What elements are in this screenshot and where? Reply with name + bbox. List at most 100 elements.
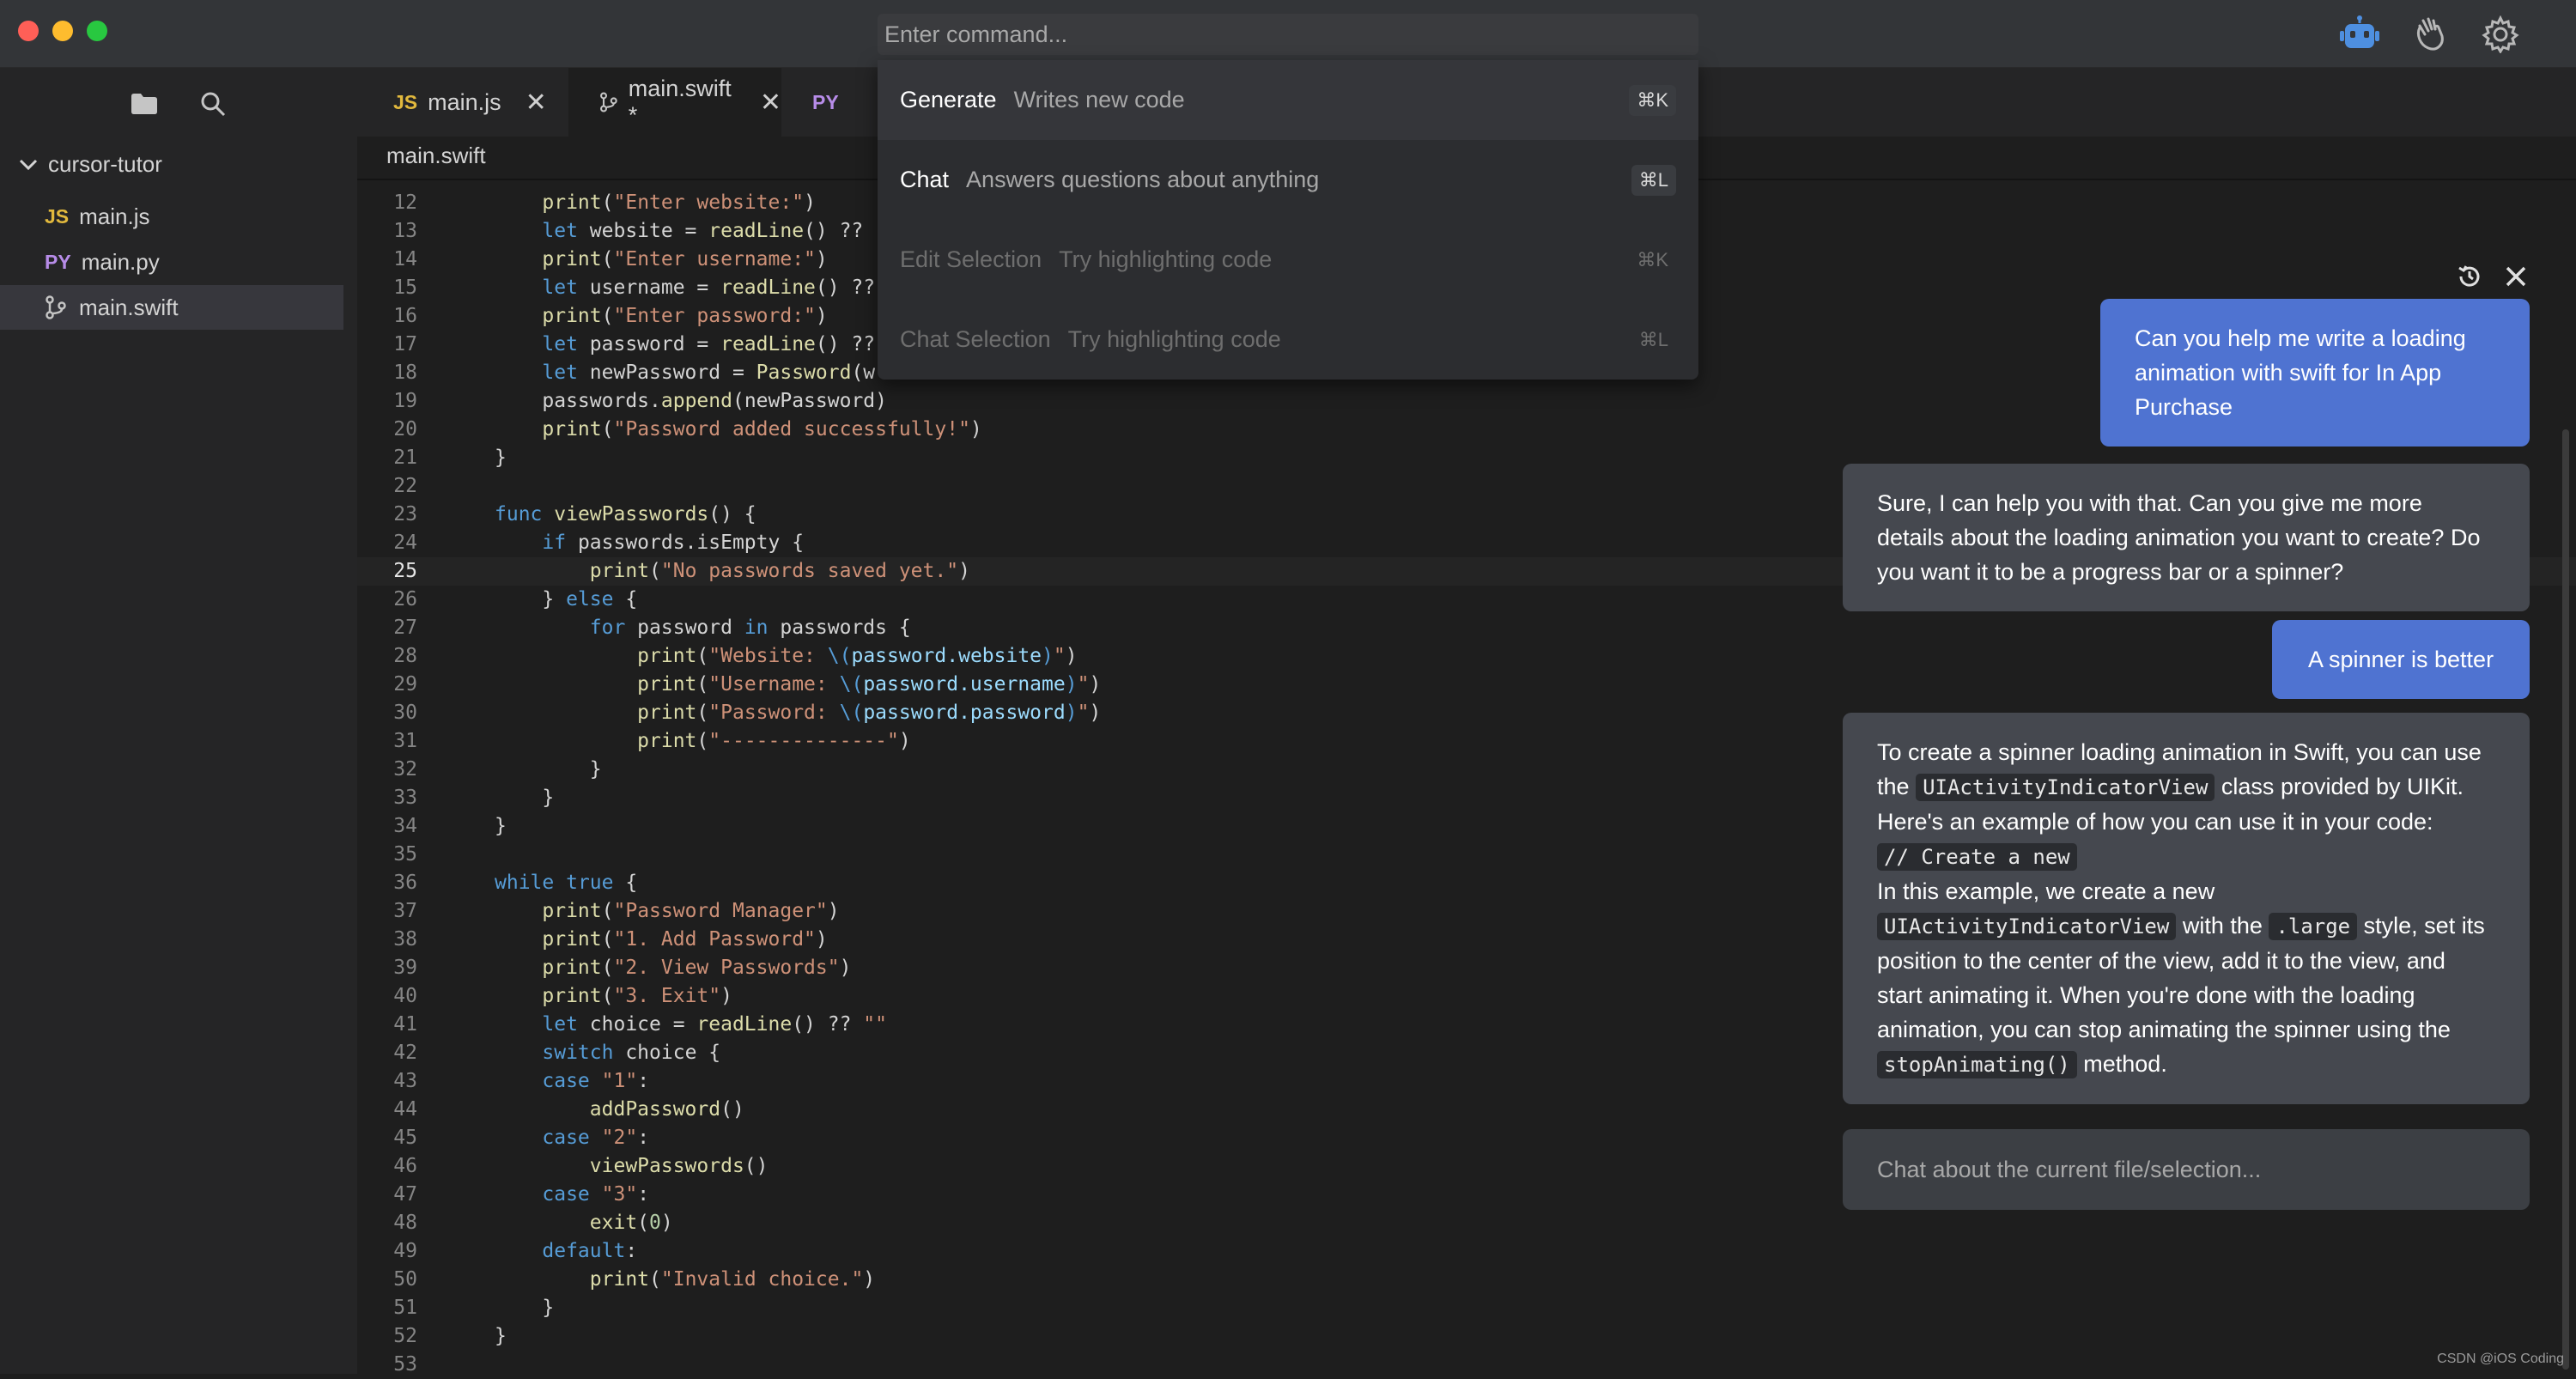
code-text: addPassword(): [589, 1098, 744, 1121]
code-text: print("Website: \(password.website)"): [637, 645, 1078, 667]
breadcrumb: main.swift: [386, 143, 486, 168]
line-number: 50: [393, 1268, 417, 1291]
branch-icon: [46, 295, 66, 319]
code-text: case "1":: [542, 1070, 650, 1092]
user-message: A spinner is better: [2272, 620, 2530, 699]
title-bar: [0, 0, 2576, 68]
file-name: main.py: [81, 248, 160, 275]
code-text: print("Username: \(password.username)"): [637, 673, 1102, 696]
command-edit-selection[interactable]: Edit Selection Try highlighting code ⌘K: [878, 220, 1698, 300]
folder-cursor-tutor[interactable]: cursor-tutor: [19, 151, 162, 178]
shortcut-badge: ⌘K: [1629, 84, 1676, 116]
code-text: let newPassword = Password(w: [542, 361, 876, 384]
line-number: 52: [393, 1325, 417, 1347]
line-number: 29: [393, 673, 417, 696]
code-text: print("--------------"): [637, 730, 911, 752]
line-number: 22: [393, 475, 417, 497]
code-text: print("Password: \(password.password)"): [637, 702, 1102, 724]
maximize-window-button[interactable]: [87, 21, 107, 41]
line-number: 17: [393, 333, 417, 355]
code-line[interactable]: 28 print("Website: \(password.website)"): [357, 642, 2576, 671]
shortcut-badge: ⌘L: [1638, 328, 1668, 350]
js-file-icon: JS: [393, 90, 418, 113]
close-icon[interactable]: ✕: [526, 88, 547, 118]
code-line[interactable]: 27 for password in passwords {: [357, 614, 2576, 642]
close-icon[interactable]: ✕: [760, 88, 781, 118]
file-main-js[interactable]: JS main.js: [0, 194, 343, 239]
code-text: print("1. Add Password"): [542, 928, 828, 951]
command-generate[interactable]: Generate Writes new code ⌘K: [878, 60, 1698, 140]
code-line[interactable]: 49 default:: [357, 1237, 2576, 1266]
code-line[interactable]: 48 exit(0): [357, 1209, 2576, 1237]
explorer-sidebar: cursor-tutor JS main.js PY main.py main.…: [0, 68, 357, 1374]
branch-icon: [600, 92, 617, 112]
tab-main-py[interactable]: PY: [781, 68, 884, 137]
tab-main-swift[interactable]: main.swift * ✕: [568, 68, 781, 137]
line-number: 49: [393, 1240, 417, 1262]
line-number: 37: [393, 900, 417, 922]
code-text: let choice = readLine() ?? "": [542, 1013, 887, 1036]
line-number: 19: [393, 390, 417, 412]
code-text: }: [495, 447, 507, 469]
inline-code: // Create a new: [1877, 843, 2077, 871]
files-icon[interactable]: [125, 85, 163, 123]
robot-icon[interactable]: [2339, 14, 2380, 55]
minimize-window-button[interactable]: [52, 21, 73, 41]
py-file-icon: PY: [812, 90, 839, 113]
line-number: 42: [393, 1042, 417, 1064]
code-line[interactable]: 52}: [357, 1322, 2576, 1351]
line-number: 36: [393, 872, 417, 894]
code-text: }: [495, 815, 507, 837]
code-text: print("Enter website:"): [542, 191, 816, 214]
command-input[interactable]: [878, 14, 1698, 55]
tab-main-js[interactable]: JS main.js ✕: [357, 68, 568, 137]
line-number: 15: [393, 276, 417, 299]
file-name: main.swift: [79, 294, 179, 320]
file-main-py[interactable]: PY main.py: [0, 240, 343, 284]
code-text: }: [495, 1297, 555, 1319]
line-number: 34: [393, 815, 417, 837]
tab-label: main.js: [428, 88, 501, 115]
code-line[interactable]: 50 print("Invalid choice."): [357, 1266, 2576, 1294]
line-number: 27: [393, 617, 417, 639]
code-text: print("Enter username:"): [542, 248, 828, 270]
code-text: if passwords.isEmpty {: [542, 532, 805, 554]
close-chat-icon[interactable]: [2499, 259, 2533, 294]
close-window-button[interactable]: [18, 21, 39, 41]
code-text: let username = readLine() ??: [542, 276, 876, 299]
code-line[interactable]: 51 }: [357, 1294, 2576, 1322]
shortcut-badge: ⌘K: [1637, 248, 1668, 270]
code-line[interactable]: 53: [357, 1351, 2576, 1379]
gear-icon[interactable]: [2480, 14, 2521, 55]
command-chat-selection[interactable]: Chat Selection Try highlighting code ⌘L: [878, 300, 1698, 380]
code-text: func viewPasswords() {: [495, 503, 756, 525]
line-number: 30: [393, 702, 417, 724]
line-number: 12: [393, 191, 417, 214]
line-number: 39: [393, 957, 417, 979]
command-menu: Generate Writes new code ⌘K Chat Answers…: [878, 60, 1698, 380]
search-icon[interactable]: [194, 85, 232, 123]
line-number: 13: [393, 220, 417, 242]
command-chat[interactable]: Chat Answers questions about anything ⌘L: [878, 140, 1698, 220]
line-number: 24: [393, 532, 417, 554]
line-number: 51: [393, 1297, 417, 1319]
shortcut-badge: ⌘L: [1631, 164, 1676, 196]
line-number: 28: [393, 645, 417, 667]
file-main-swift[interactable]: main.swift: [0, 285, 343, 330]
chat-input[interactable]: [1843, 1129, 2530, 1210]
line-number: 14: [393, 248, 417, 270]
line-number: 25: [393, 560, 417, 582]
line-number: 16: [393, 305, 417, 327]
history-icon[interactable]: [2452, 259, 2487, 294]
code-line[interactable]: 29 print("Username: \(password.username)…: [357, 671, 2576, 699]
line-number: 35: [393, 843, 417, 866]
code-text: exit(0): [589, 1212, 673, 1234]
code-text: print("Enter password:"): [542, 305, 828, 327]
line-number: 18: [393, 361, 417, 384]
code-text: }: [495, 758, 602, 781]
line-number: 41: [393, 1013, 417, 1036]
hand-wave-icon[interactable]: [2411, 14, 2452, 55]
chat-scrollbar[interactable]: [2562, 429, 2569, 1370]
py-file-icon: PY: [45, 250, 71, 273]
code-text: print("No passwords saved yet."): [589, 560, 970, 582]
